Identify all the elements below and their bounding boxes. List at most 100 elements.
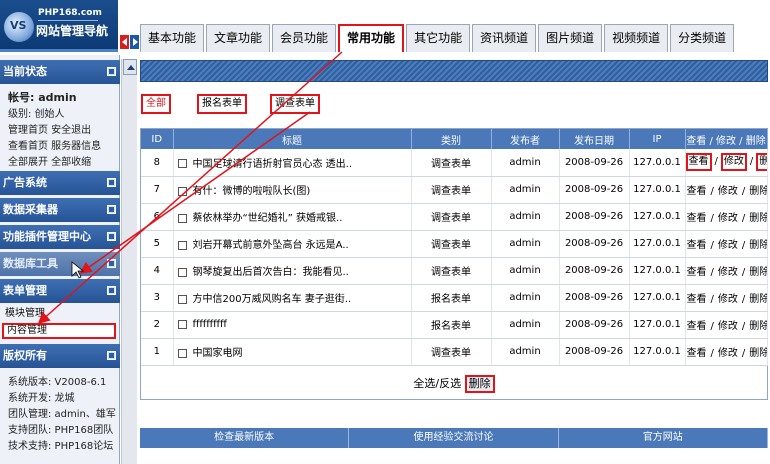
sidebar-scrollbar[interactable] xyxy=(121,59,137,464)
delete-link[interactable]: 删除 xyxy=(748,263,766,278)
row-title[interactable]: ffffffffff xyxy=(193,319,227,330)
row-checkbox[interactable] xyxy=(177,159,187,169)
edit-link[interactable]: 修改 xyxy=(717,290,739,305)
tab-scroll-left-icon[interactable] xyxy=(120,35,129,49)
sidebar-item-module[interactable]: 模块管理 xyxy=(2,306,116,322)
row-checkbox[interactable] xyxy=(177,294,187,304)
sidebar-section-ads[interactable]: 广告系统 xyxy=(0,171,120,195)
delete-link[interactable]: 删除 xyxy=(748,317,766,332)
view-link[interactable]: 查看 xyxy=(686,344,708,359)
view-link[interactable]: 查看 xyxy=(686,290,708,305)
bottom-bar: 检查最新版本 使用经验交流讨论 官方网站 xyxy=(140,428,768,448)
forum-link[interactable]: 使用经验交流讨论 xyxy=(349,428,559,448)
sidebar: 当前状态 帐号: admin 级别: 创始人 管理首页 安全退出 查看首页 服务… xyxy=(0,55,120,464)
sidebar-section-copyright[interactable]: 版权所有 xyxy=(0,344,120,368)
check-update-link[interactable]: 检查最新版本 xyxy=(140,428,350,448)
action-separator: / xyxy=(741,321,746,332)
row-checkbox[interactable] xyxy=(177,240,187,250)
row-date: 2008-09-26 xyxy=(559,257,630,285)
tab-category[interactable]: 分类频道 xyxy=(670,24,735,52)
row-title[interactable]: 中国家电网 xyxy=(193,348,243,359)
row-author: admin xyxy=(491,257,560,285)
row-title[interactable]: 有什：微博的啦啦队长(图) xyxy=(193,186,311,197)
collapse-icon[interactable] xyxy=(107,205,116,214)
content-table-panel: ID 标题 类别 发布者 发布日期 IP 查看 / 修改 / 删除 8 中国足球请… xyxy=(140,128,768,400)
edit-link[interactable]: 修改 xyxy=(717,182,739,197)
delete-link[interactable]: 删除 xyxy=(748,290,766,305)
tab-video[interactable]: 视频频道 xyxy=(604,24,669,52)
tab-basic[interactable]: 基本功能 xyxy=(140,24,205,52)
view-link[interactable]: 查看 xyxy=(686,209,708,224)
action-separator: / xyxy=(741,267,746,278)
row-ip: 127.0.0.1 xyxy=(629,284,686,312)
row-actions: 查看/修改/删除 xyxy=(685,311,768,339)
collapse-icon[interactable] xyxy=(107,67,116,76)
edit-link[interactable]: 修改 xyxy=(717,344,739,359)
row-date: 2008-09-26 xyxy=(559,149,630,177)
collapse-icon[interactable] xyxy=(107,286,116,295)
delete-link[interactable]: 删除 xyxy=(756,153,766,172)
row-type: 调查表单 xyxy=(411,149,492,177)
filter-survey-form[interactable]: 调查表单 xyxy=(270,94,320,114)
delete-link[interactable]: 删除 xyxy=(748,209,766,224)
action-separator: / xyxy=(749,156,754,168)
sidebar-section-collector[interactable]: 数据采集器 xyxy=(0,198,120,222)
tab-common[interactable]: 常用功能 xyxy=(338,24,405,52)
edit-link[interactable]: 修改 xyxy=(717,317,739,332)
sidebar-links-1[interactable]: 管理首页 安全退出 xyxy=(8,121,91,136)
tab-photo[interactable]: 图片频道 xyxy=(538,24,603,52)
tab-member[interactable]: 会员功能 xyxy=(272,24,337,52)
row-checkbox[interactable] xyxy=(177,348,187,358)
tab-article[interactable]: 文章功能 xyxy=(206,24,271,52)
edit-link[interactable]: 修改 xyxy=(717,263,739,278)
tab-other[interactable]: 其它功能 xyxy=(406,24,471,52)
delete-link[interactable]: 删除 xyxy=(748,344,766,359)
row-title[interactable]: 中国足球请行语折射官员心态 透出.. xyxy=(193,159,353,170)
col-id: ID xyxy=(141,129,174,149)
sidebar-section-plugins[interactable]: 功能插件管理中心 xyxy=(0,225,120,249)
view-link[interactable]: 查看 xyxy=(686,317,708,332)
sidebar-links-2[interactable]: 查看首页 服务器信息 xyxy=(8,137,101,152)
scroll-up-icon[interactable] xyxy=(123,59,137,75)
select-all-toggle[interactable]: 全选/反选 xyxy=(413,377,461,390)
delete-link[interactable]: 删除 xyxy=(748,182,766,197)
collapse-icon[interactable] xyxy=(107,178,116,187)
tab-news[interactable]: 资讯频道 xyxy=(472,24,537,52)
edit-link[interactable]: 修改 xyxy=(717,236,739,251)
action-separator: / xyxy=(710,348,714,359)
row-checkbox[interactable] xyxy=(177,267,187,277)
sidebar-section-database[interactable]: 数据库工具 xyxy=(0,252,120,276)
sidebar-links-3[interactable]: 全部展开 全部收缩 xyxy=(8,153,91,168)
sidebar-section-status[interactable]: 当前状态 xyxy=(0,60,120,84)
official-site-link[interactable]: 官方网站 xyxy=(559,428,768,448)
row-title[interactable]: 蔡依林举办“世纪婚礼” 获婚戒银.. xyxy=(193,213,343,224)
row-date: 2008-09-26 xyxy=(559,203,630,231)
edit-link[interactable]: 修改 xyxy=(720,153,747,172)
sidebar-item-content[interactable]: 内容管理 xyxy=(2,323,116,339)
delete-link[interactable]: 删除 xyxy=(748,236,766,251)
view-link[interactable]: 查看 xyxy=(685,153,712,172)
collapse-icon[interactable] xyxy=(107,232,116,241)
view-link[interactable]: 查看 xyxy=(686,182,708,197)
row-id: 8 xyxy=(141,149,174,177)
row-type: 调查表单 xyxy=(411,257,492,285)
view-link[interactable]: 查看 xyxy=(686,263,708,278)
row-title[interactable]: 刘岩开幕式前意外坠高台 永远是A.. xyxy=(193,240,349,251)
filter-signup-form[interactable]: 报名表单 xyxy=(197,94,247,114)
row-checkbox[interactable] xyxy=(177,213,187,223)
row-type: 调查表单 xyxy=(411,176,492,204)
row-title[interactable]: 方中信200万威风购名车 妻子逛街.. xyxy=(193,294,352,305)
sidebar-section-forms[interactable]: 表单管理 xyxy=(0,279,120,303)
edit-link[interactable]: 修改 xyxy=(717,209,739,224)
row-checkbox[interactable] xyxy=(177,186,187,196)
collapse-icon[interactable] xyxy=(107,351,116,360)
view-link[interactable]: 查看 xyxy=(686,236,708,251)
row-title[interactable]: 钢琴旋复出后首次告白：我能看见.. xyxy=(193,267,349,278)
filter-all[interactable]: 全部 xyxy=(141,94,171,114)
tab-scroll-right-icon[interactable] xyxy=(130,35,139,49)
info-version: 系统版本: V2008-6.1 xyxy=(8,377,107,388)
info-support-team: 支持团队: PHP168团队 xyxy=(8,425,114,436)
collapse-icon[interactable] xyxy=(107,259,116,268)
delete-selected-button[interactable]: 删除 xyxy=(464,375,495,393)
row-checkbox[interactable] xyxy=(177,319,187,329)
